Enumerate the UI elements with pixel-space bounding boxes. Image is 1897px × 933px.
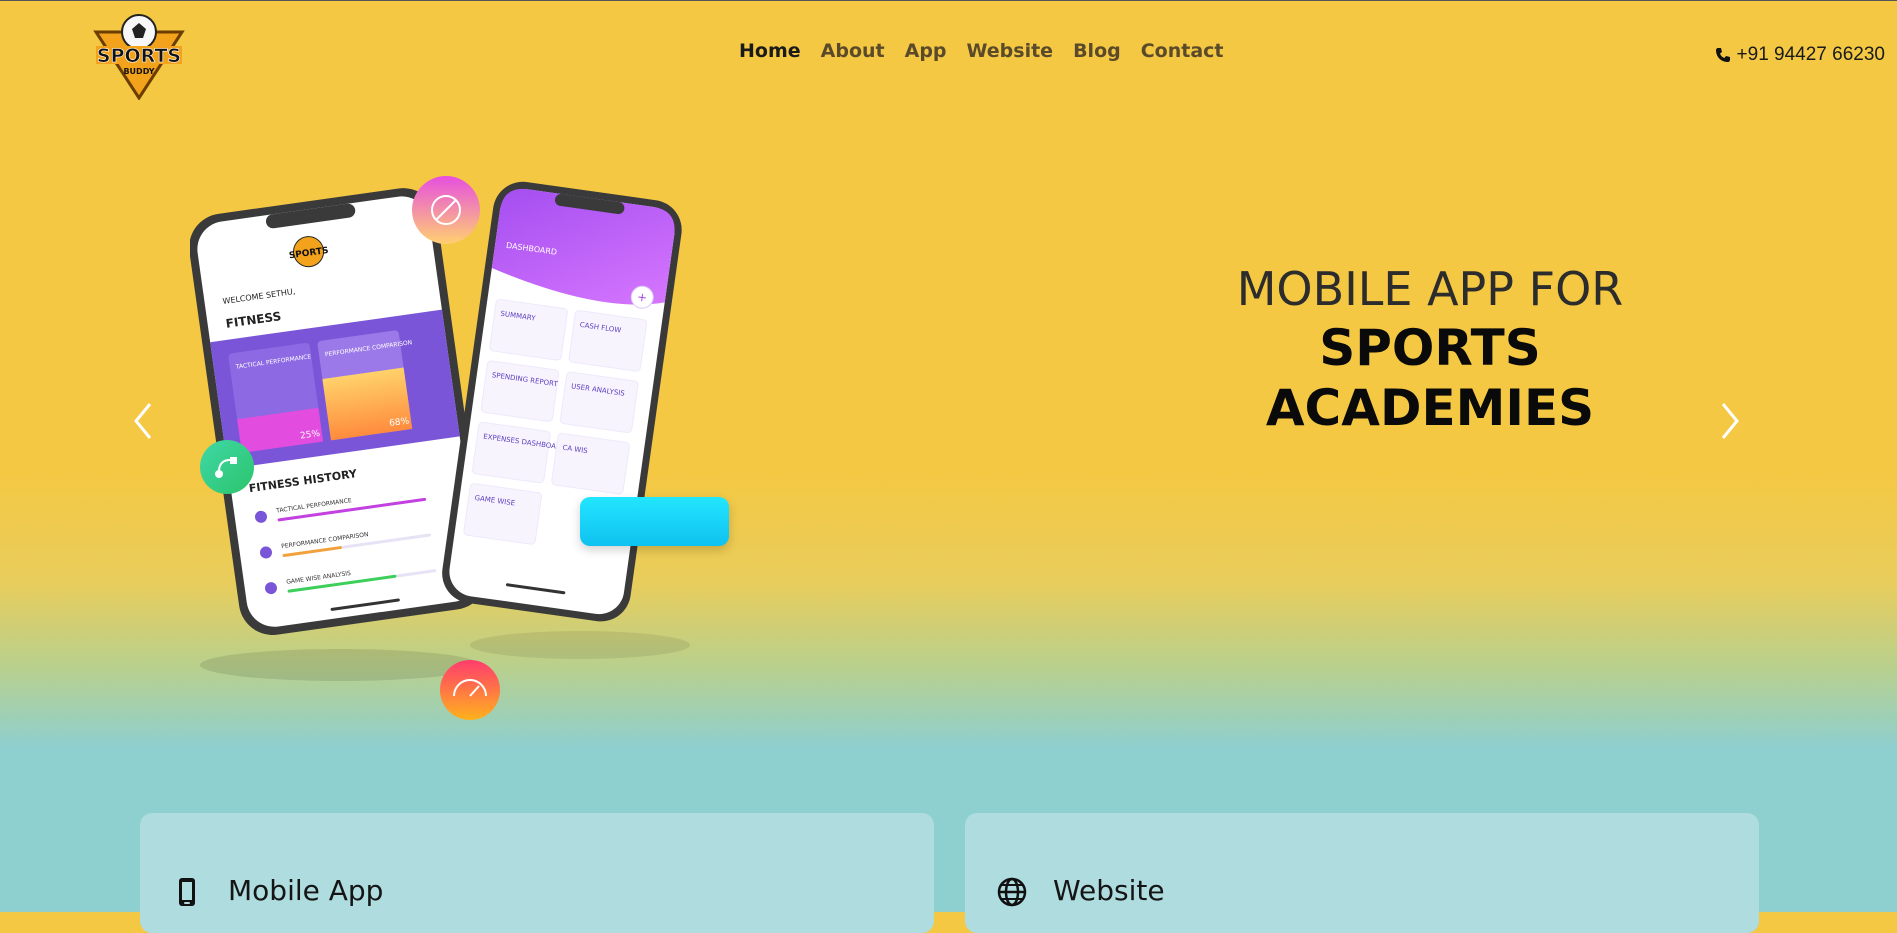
nav-blog[interactable]: Blog (1073, 40, 1121, 62)
phone-icon (1715, 48, 1730, 62)
hero-headline: MOBILE APP FOR SPORTS ACADEMIES (1170, 260, 1690, 438)
globe-icon (997, 877, 1027, 907)
hero-line-1: MOBILE APP FOR (1236, 262, 1624, 316)
card-mobile-app[interactable]: Mobile App (140, 813, 934, 933)
hero-line-2: SPORTS ACADEMIES (1265, 319, 1595, 437)
hero-phones-illustration: SPORTS WELCOME SETHU, FITNESS TACTICAL P… (190, 176, 690, 720)
phone-number: +91 94427 66230 (1736, 44, 1885, 65)
workflow-icon (200, 440, 254, 494)
main-nav: Home About App Website Blog Contact (739, 40, 1224, 62)
top-border (0, 0, 1897, 1)
carousel-prev-arrow[interactable] (130, 400, 156, 442)
svg-text:SPORTS: SPORTS (97, 45, 181, 67)
nav-about[interactable]: About (821, 40, 885, 62)
carousel-next-arrow[interactable] (1717, 400, 1743, 442)
mobile-icon (179, 878, 195, 906)
card-title-mobile-app: Mobile App (228, 874, 384, 907)
sports-buddy-logo[interactable]: SPORTS BUDDY (92, 12, 186, 100)
speedometer-icon (440, 660, 500, 720)
svg-text:+: + (636, 290, 648, 305)
svg-text:BUDDY: BUDDY (123, 67, 154, 76)
right-phone: DASHBOARD + SUMMARY CASH FLOW SPENDING R… (442, 181, 682, 622)
header-phone[interactable]: +91 94427 66230 (1715, 44, 1885, 66)
hero-cta-button[interactable] (580, 497, 729, 546)
card-title-website: Website (1053, 874, 1165, 907)
card-website[interactable]: Website (965, 813, 1759, 933)
nav-website[interactable]: Website (967, 40, 1054, 62)
nav-contact[interactable]: Contact (1141, 40, 1224, 62)
nav-app[interactable]: App (905, 40, 947, 62)
nav-home[interactable]: Home (739, 40, 801, 62)
